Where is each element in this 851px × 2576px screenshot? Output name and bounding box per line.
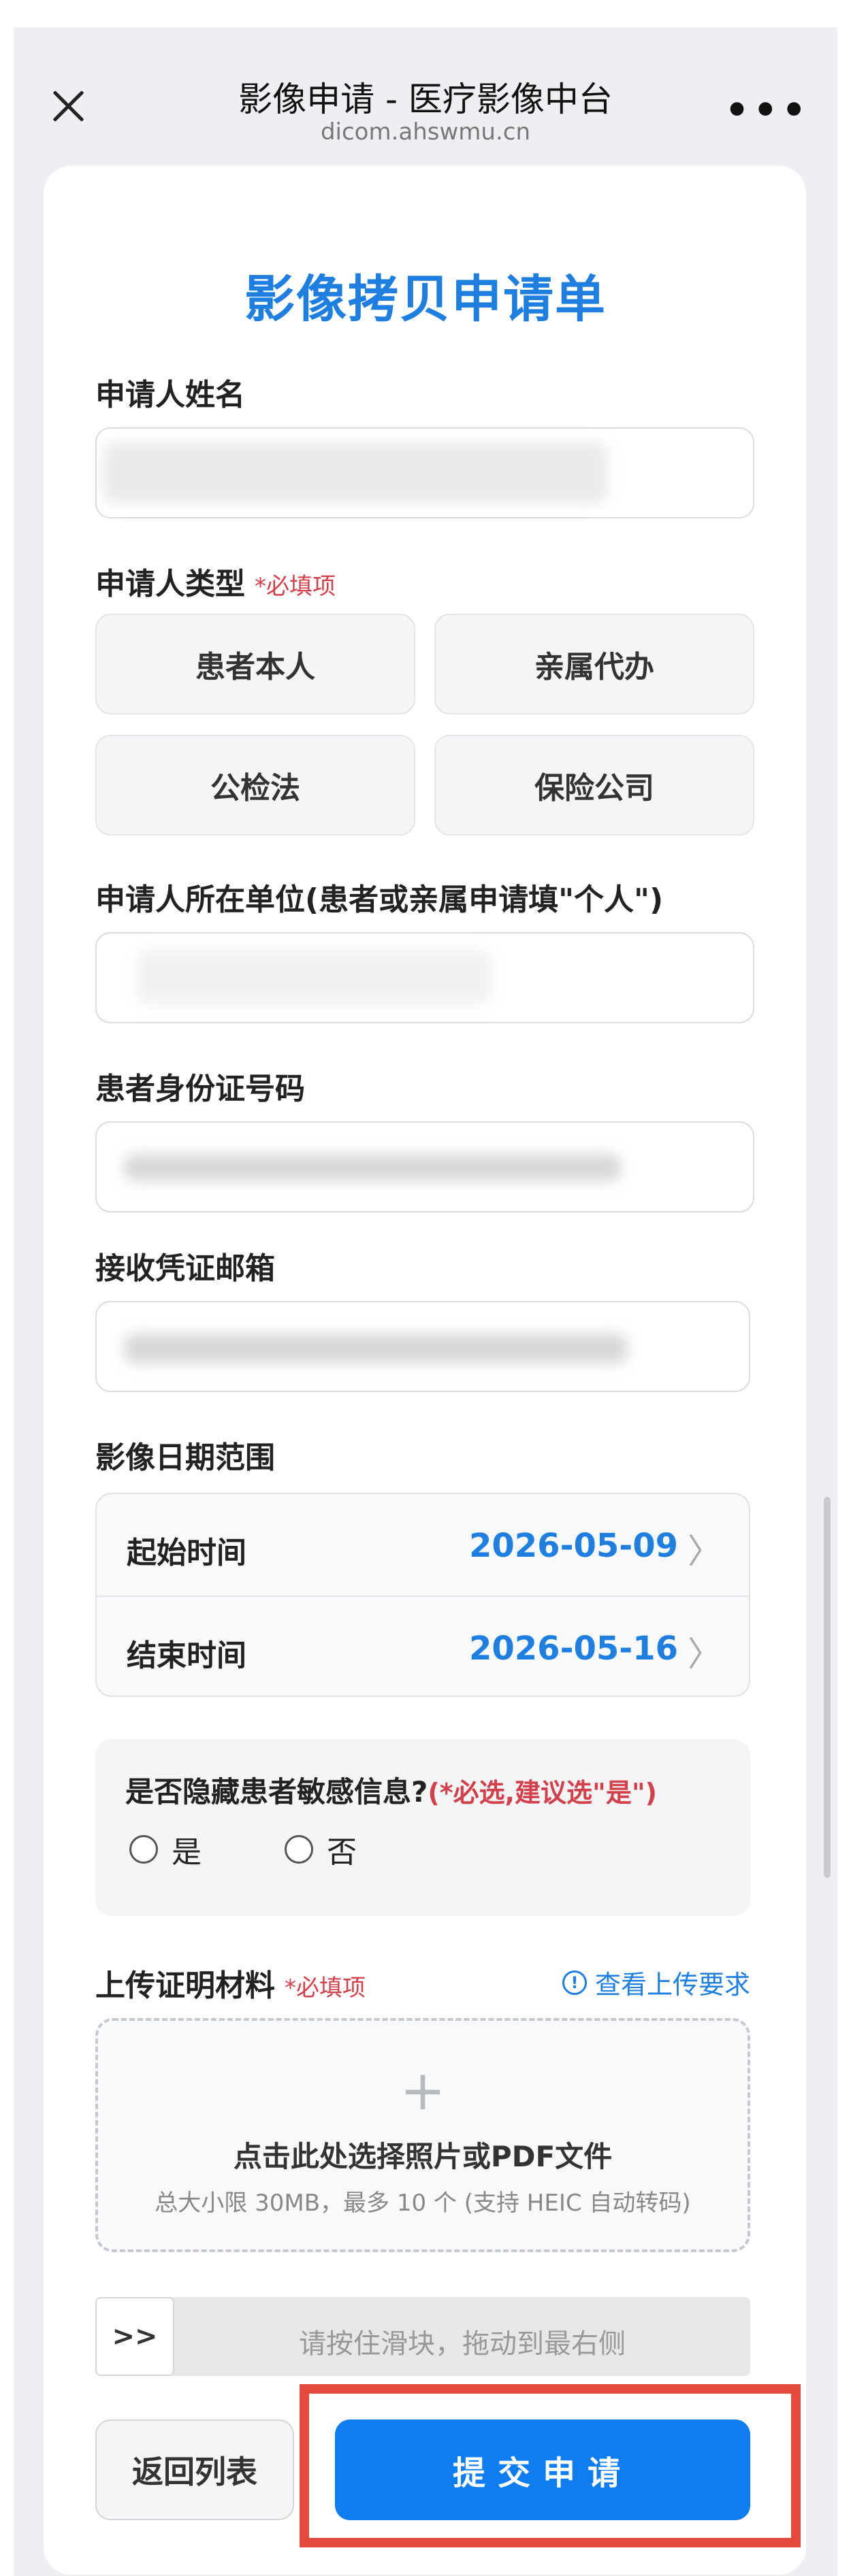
id-number-input[interactable] bbox=[95, 1121, 754, 1212]
sensitive-info-box: 是否隐藏患者敏感信息?(*必选,建议选"是") 是 否 bbox=[95, 1739, 750, 1916]
end-date-label: 结束时间 bbox=[127, 1638, 246, 1673]
info-icon: ! bbox=[562, 1970, 587, 1995]
end-date-value: 2026-05-16 bbox=[468, 1630, 678, 1668]
view-requirements-link[interactable]: ! 查看上传要求 bbox=[562, 1964, 750, 2001]
date-range-box: 起始时间 2026-05-09 〉 结束时间 2026-05-16 〉 bbox=[95, 1493, 750, 1697]
type-option-patient[interactable]: 患者本人 bbox=[95, 614, 415, 714]
date-range-label: 影像日期范围 bbox=[95, 1440, 275, 1475]
unit-input[interactable] bbox=[95, 932, 754, 1023]
slider-handle[interactable]: >> bbox=[95, 2297, 174, 2376]
back-to-list-button[interactable]: 返回列表 bbox=[95, 2420, 294, 2520]
chevron-right-icon: 〉 bbox=[688, 1532, 722, 1571]
plus-icon: + bbox=[400, 2059, 446, 2122]
upload-area[interactable]: + 点击此处选择照片或PDF文件 总大小限 30MB，最多 10 个 (支持 H… bbox=[95, 2018, 750, 2252]
end-date-row[interactable]: 结束时间 2026-05-16 〉 bbox=[97, 1597, 749, 1696]
email-input[interactable] bbox=[95, 1301, 750, 1392]
radio-yes[interactable]: 是 bbox=[129, 1828, 202, 1871]
required-mark: *必填项 bbox=[285, 1975, 366, 2002]
radio-circle-icon bbox=[129, 1835, 158, 1864]
start-date-row[interactable]: 起始时间 2026-05-09 〉 bbox=[97, 1494, 749, 1596]
submit-button[interactable]: 提交申请 bbox=[335, 2420, 750, 2520]
sensitive-question-text: 是否隐藏患者敏感信息? bbox=[125, 1775, 428, 1809]
slider-hint: 请按住滑块，拖动到最右侧 bbox=[299, 2328, 626, 2360]
chevron-right-icon: 〉 bbox=[688, 1634, 722, 1674]
email-label: 接收凭证邮箱 bbox=[95, 1251, 275, 1286]
more-icon[interactable]: ••• bbox=[725, 88, 810, 133]
upload-label: 上传证明材料 *必填项 bbox=[95, 1961, 366, 2004]
form-title: 影像拷贝申请单 bbox=[244, 270, 607, 329]
upload-main-text: 点击此处选择照片或PDF文件 bbox=[233, 2140, 613, 2173]
sensitive-question: 是否隐藏患者敏感信息?(*必选,建议选"是") bbox=[125, 1769, 657, 1811]
applicant-name-label: 申请人姓名 bbox=[95, 378, 245, 412]
type-option-insurance[interactable]: 保险公司 bbox=[434, 735, 754, 836]
sensitive-hint: (*必选,建议选"是") bbox=[428, 1778, 658, 1808]
radio-yes-label: 是 bbox=[172, 1835, 202, 1870]
view-requirements-text: 查看上传要求 bbox=[594, 1970, 750, 2000]
slider-captcha: >> 请按住滑块，拖动到最右侧 bbox=[95, 2297, 750, 2376]
start-date-value: 2026-05-09 bbox=[468, 1527, 678, 1565]
radio-circle-icon bbox=[285, 1835, 313, 1864]
upload-label-text: 上传证明材料 bbox=[95, 1968, 275, 2003]
radio-no[interactable]: 否 bbox=[285, 1828, 357, 1871]
radio-no-label: 否 bbox=[327, 1835, 357, 1870]
nav-url: dicom.ahswmu.cn bbox=[320, 118, 531, 146]
applicant-name-input[interactable] bbox=[95, 427, 754, 518]
type-option-police-court[interactable]: 公检法 bbox=[95, 735, 415, 836]
id-number-label: 患者身份证号码 bbox=[95, 1072, 305, 1106]
required-mark: *必填项 bbox=[255, 573, 336, 600]
start-date-label: 起始时间 bbox=[127, 1536, 246, 1570]
applicant-type-label: 申请人类型 *必填项 bbox=[95, 559, 336, 603]
scrollbar[interactable] bbox=[824, 1497, 831, 1878]
browser-nav-bar: 影像申请 - 医疗影像中台 dicom.ahswmu.cn ••• bbox=[14, 27, 837, 146]
type-option-relative[interactable]: 亲属代办 bbox=[434, 614, 754, 714]
nav-title: 影像申请 - 医疗影像中台 bbox=[238, 80, 613, 119]
upload-sub-text: 总大小限 30MB，最多 10 个 (支持 HEIC 自动转码) bbox=[155, 2190, 691, 2217]
unit-label: 申请人所在单位(患者或亲属申请填"个人") bbox=[95, 882, 664, 917]
applicant-type-label-text: 申请人类型 bbox=[95, 567, 245, 601]
